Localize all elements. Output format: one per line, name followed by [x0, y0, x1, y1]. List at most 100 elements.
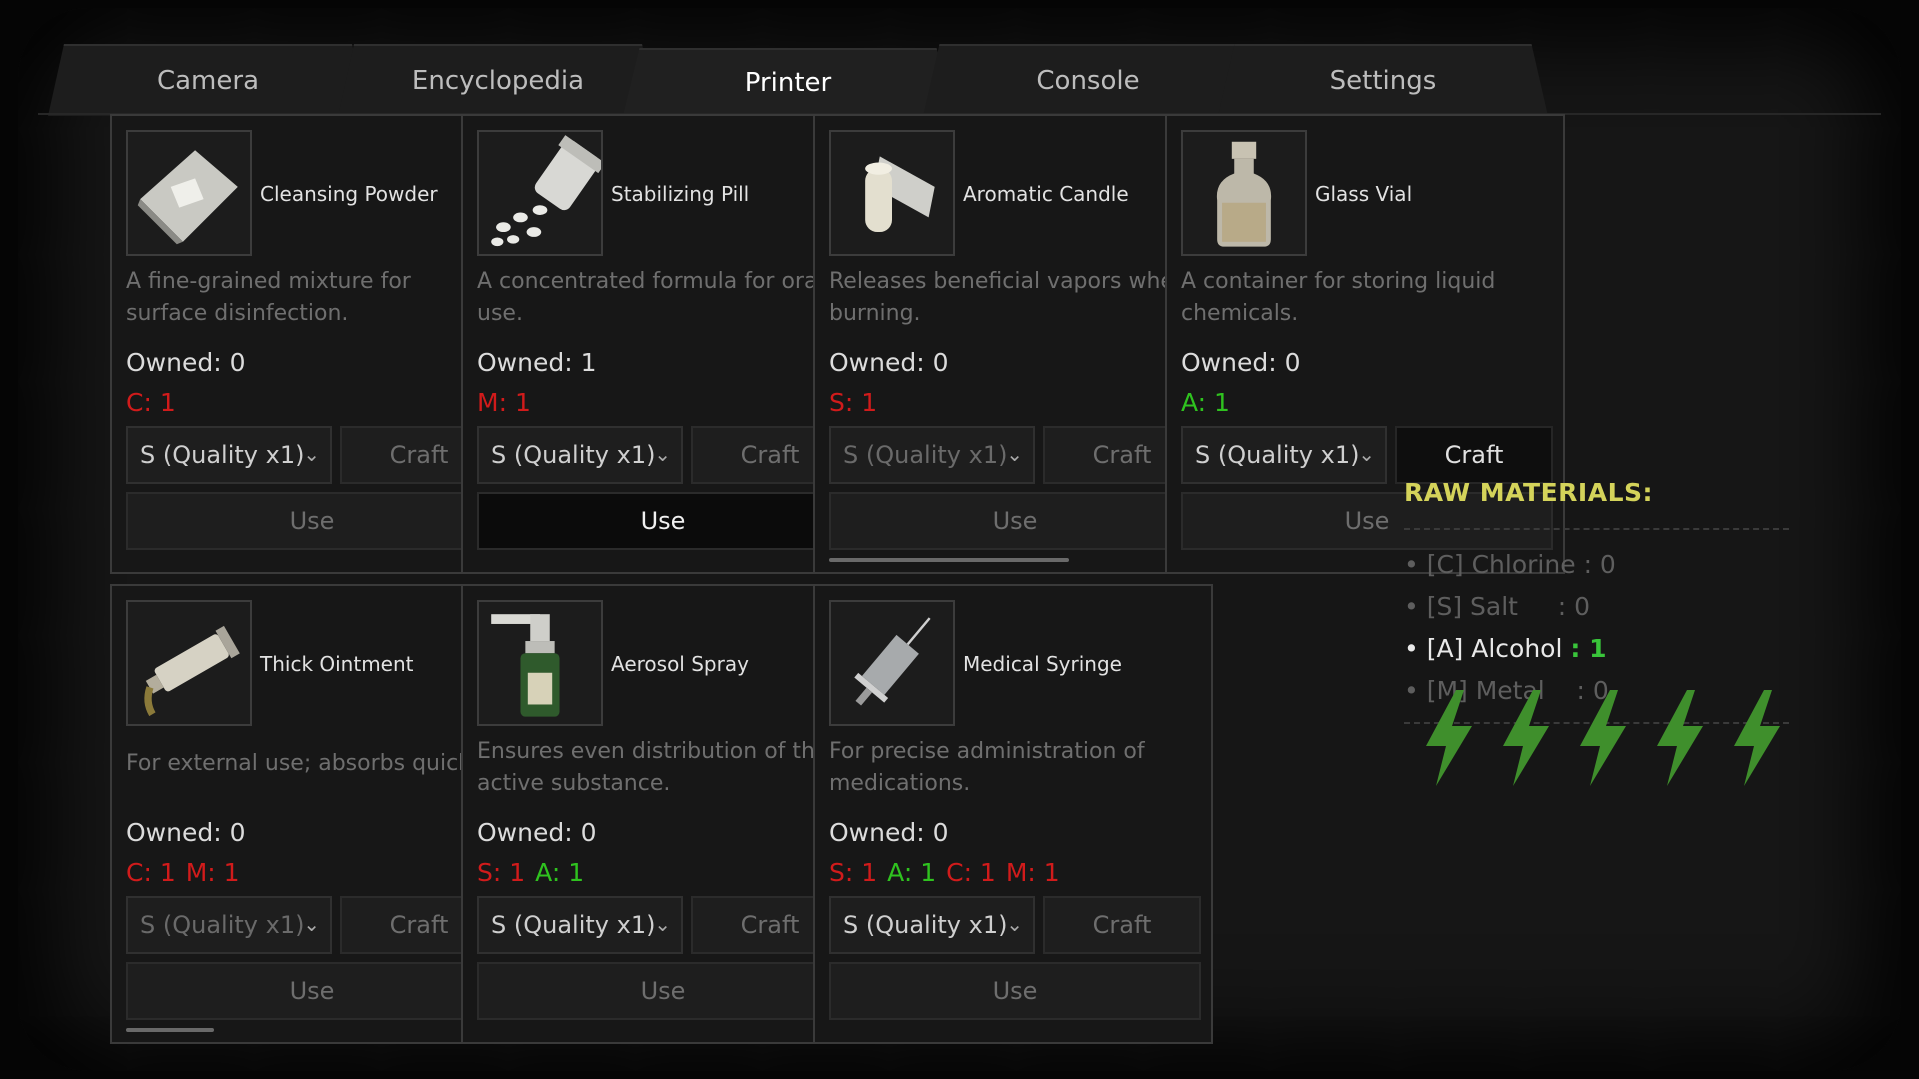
tab-settings[interactable]: Settings	[1218, 44, 1548, 116]
lightning-bolt-icon	[1726, 688, 1786, 788]
use-button[interactable]: Use	[829, 492, 1201, 550]
quality-value: S (Quality x1)	[843, 911, 1008, 939]
item-description: For precise administration of medication…	[829, 739, 1145, 796]
requirements: S: 1	[829, 388, 887, 417]
lightning-bolt-icon	[1495, 688, 1555, 788]
quality-value: S (Quality x1)	[843, 441, 1008, 469]
item-name: Glass Vial	[1315, 182, 1413, 206]
quality-select[interactable]: S (Quality x1) ⌄	[1181, 426, 1387, 484]
owned-count: Owned: 0	[477, 818, 597, 847]
quality-select[interactable]: S (Quality x1) ⌄	[477, 896, 683, 954]
vial-icon	[1181, 130, 1307, 256]
quality-value: S (Quality x1)	[491, 911, 656, 939]
item-name: Aerosol Spray	[611, 652, 749, 676]
owned-count: Owned: 0	[126, 348, 246, 377]
ointment-tube-icon	[126, 600, 252, 726]
tab-camera[interactable]: Camera	[48, 44, 368, 116]
tab-label: Camera	[156, 66, 260, 96]
quality-select[interactable]: S (Quality x1) ⌄	[829, 426, 1035, 484]
owned-count: Owned: 1	[477, 348, 597, 377]
quality-value: S (Quality x1)	[491, 441, 656, 469]
chevron-down-icon: ⌄	[654, 442, 671, 466]
item-name: Cleansing Powder	[260, 182, 438, 206]
craft-button[interactable]: Craft	[1395, 426, 1553, 484]
use-button[interactable]: Use	[477, 962, 849, 1020]
tab-encyclopedia[interactable]: Encyclopedia	[338, 44, 658, 116]
candle-icon	[829, 130, 955, 256]
tab-label: Settings	[1329, 66, 1437, 96]
chevron-down-icon: ⌄	[303, 912, 320, 936]
energy-bar	[1418, 688, 1818, 798]
item-description: A fine-grained mixture for surface disin…	[126, 269, 411, 326]
requirement-alcohol: A: 1	[535, 858, 585, 887]
quality-value: S (Quality x1)	[140, 911, 305, 939]
craft-button[interactable]: Craft	[1043, 896, 1201, 954]
tab-label: Printer	[744, 68, 832, 98]
quality-select[interactable]: S (Quality x1) ⌄	[126, 426, 332, 484]
requirements: S: 1 A: 1 C: 1 M: 1	[829, 858, 1070, 887]
lightning-bolt-icon	[1418, 688, 1478, 788]
item-description: A container for storing liquid chemicals…	[1181, 269, 1496, 326]
tab-printer[interactable]: Printer	[623, 48, 953, 116]
owned-count: Owned: 0	[829, 348, 949, 377]
owned-count: Owned: 0	[1181, 348, 1301, 377]
quality-value: S (Quality x1)	[140, 441, 305, 469]
owned-count: Owned: 0	[829, 818, 949, 847]
chevron-down-icon: ⌄	[1006, 912, 1023, 936]
chevron-down-icon: ⌄	[654, 912, 671, 936]
requirement-salt: S: 1	[477, 858, 526, 887]
lightning-bolt-icon	[1649, 688, 1709, 788]
requirement-chlorine: C: 1	[946, 858, 996, 887]
recipe-card-thick-ointment: Thick Ointment For external use; absorbs…	[110, 584, 510, 1044]
requirements: M: 1	[477, 388, 541, 417]
requirement-metal: M: 1	[477, 388, 531, 417]
requirement-salt: S: 1	[829, 858, 878, 887]
item-name: Thick Ointment	[260, 652, 414, 676]
tab-label: Encyclopedia	[411, 66, 585, 96]
quality-select[interactable]: S (Quality x1) ⌄	[477, 426, 683, 484]
recipe-card-medical-syringe: Medical Syringe For precise administrati…	[813, 584, 1213, 1044]
material-salt: • [S] Salt : 0	[1404, 592, 1590, 621]
requirement-salt: S: 1	[829, 388, 878, 417]
pill-bottle-icon	[477, 130, 603, 256]
requirements: C: 1	[126, 388, 186, 417]
use-button[interactable]: Use	[126, 962, 498, 1020]
tab-bar: Camera Encyclopedia Printer Console Sett…	[18, 8, 1901, 118]
requirement-alcohol: A: 1	[1181, 388, 1230, 417]
raw-materials-title: RAW MATERIALS:	[1404, 478, 1654, 507]
requirements: S: 1 A: 1	[477, 858, 594, 887]
quality-value: S (Quality x1)	[1195, 441, 1360, 469]
game-screen: Camera Encyclopedia Printer Console Sett…	[18, 8, 1901, 1071]
item-description: Ensures even distribution of the active …	[477, 739, 829, 796]
recipe-card-aromatic-candle: Aromatic Candle Releases beneficial vapo…	[813, 114, 1213, 574]
material-chlorine: • [C] Chlorine : 0	[1404, 550, 1616, 579]
use-button[interactable]: Use	[477, 492, 849, 550]
recipe-card-aerosol-spray: Aerosol Spray Ensures even distribution …	[461, 584, 861, 1044]
tab-label: Console	[1036, 66, 1140, 96]
quality-select[interactable]: S (Quality x1) ⌄	[829, 896, 1035, 954]
use-button[interactable]: Use	[829, 962, 1201, 1020]
requirement-chlorine: C: 1	[126, 388, 176, 417]
chevron-down-icon: ⌄	[303, 442, 320, 466]
powder-icon	[126, 130, 252, 256]
item-description: Releases beneficial vapors when burning.	[829, 269, 1188, 326]
quality-select[interactable]: S (Quality x1) ⌄	[126, 896, 332, 954]
requirement-metal: M: 1	[1005, 858, 1060, 887]
chevron-down-icon: ⌄	[1006, 442, 1023, 466]
horizontal-scrollbar[interactable]	[829, 558, 1069, 562]
item-name: Aromatic Candle	[963, 182, 1129, 206]
requirement-chlorine: C: 1	[126, 858, 176, 887]
recipe-card-cleansing-powder: Cleansing Powder A fine-grained mixture …	[110, 114, 510, 574]
requirements: C: 1 M: 1	[126, 858, 250, 887]
use-button[interactable]: Use	[126, 492, 498, 550]
item-name: Medical Syringe	[963, 652, 1122, 676]
requirements: A: 1	[1181, 388, 1240, 417]
syringe-icon	[829, 600, 955, 726]
item-description: For external use; absorbs quickly.	[126, 751, 494, 776]
material-alcohol: • [A] Alcohol : 1	[1404, 634, 1607, 663]
owned-count: Owned: 0	[126, 818, 246, 847]
tab-console[interactable]: Console	[923, 44, 1253, 116]
item-name: Stabilizing Pill	[611, 182, 750, 206]
lightning-bolt-icon	[1572, 688, 1632, 788]
horizontal-scrollbar[interactable]	[126, 1028, 214, 1032]
